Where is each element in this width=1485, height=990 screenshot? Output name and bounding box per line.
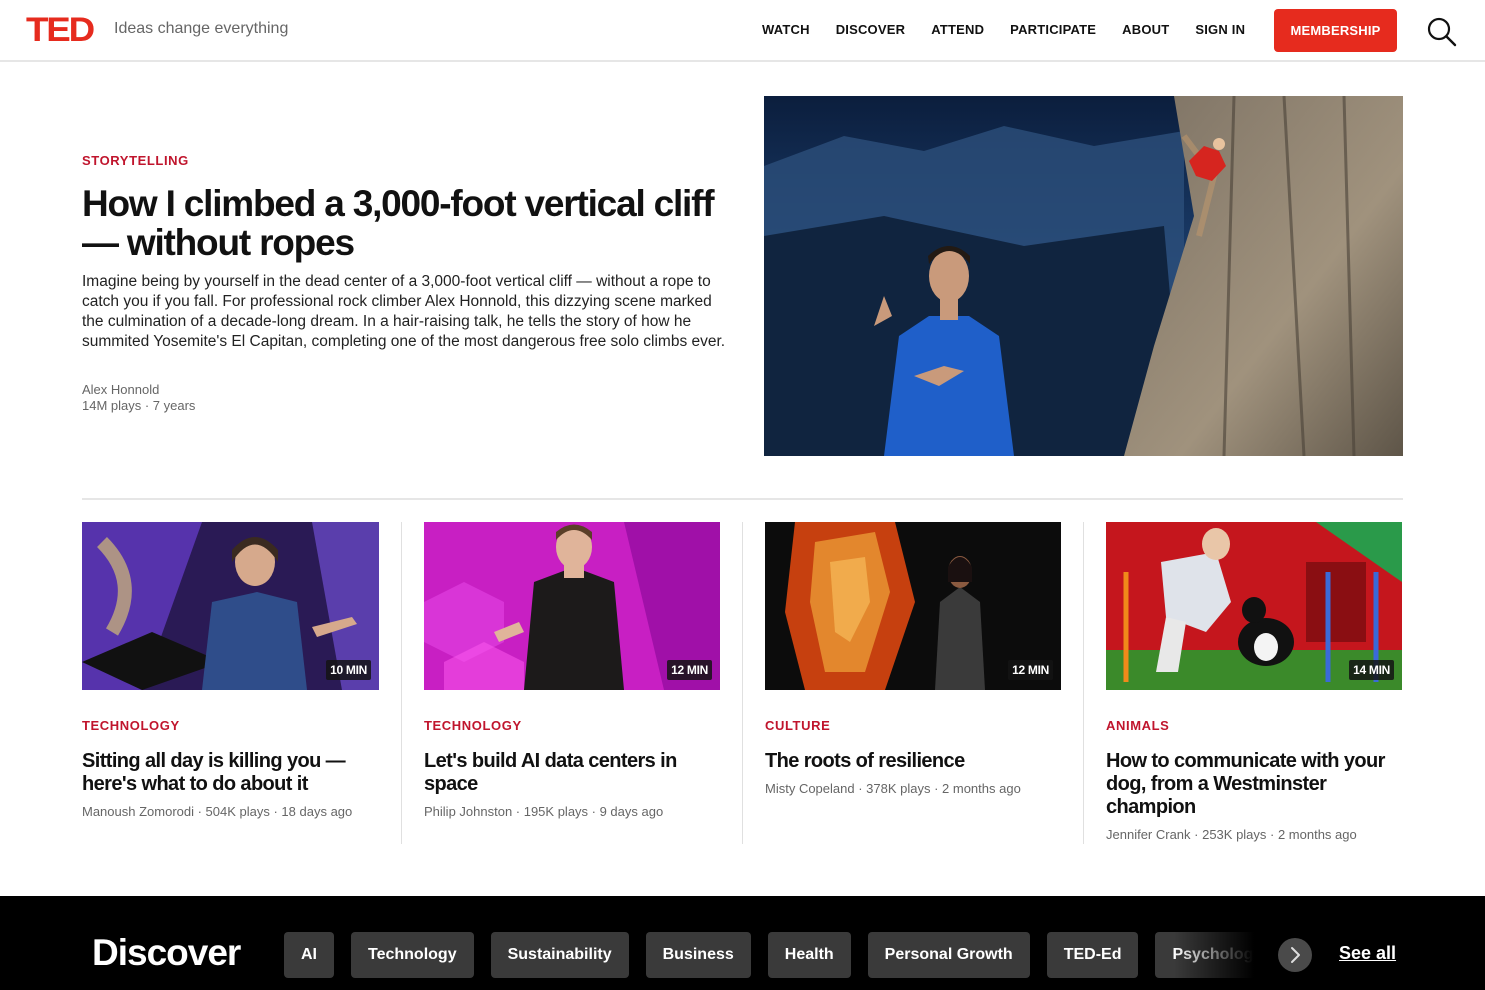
- talk-title[interactable]: Let's build AI data centers in space: [424, 750, 694, 796]
- talk-thumbnail[interactable]: 12 MIN: [424, 522, 720, 690]
- duration-badge: 12 MIN: [1008, 660, 1053, 680]
- talk-meta: Philip Johnston · 195K plays · 9 days ag…: [424, 804, 664, 819]
- talk-card[interactable]: 12 MIN TECHNOLOGY Let's build AI data ce…: [424, 522, 720, 819]
- search-icon: [1427, 17, 1457, 47]
- nav-discover[interactable]: DISCOVER: [836, 22, 906, 37]
- duration-badge: 10 MIN: [326, 660, 371, 680]
- talk-title[interactable]: How to communicate with your dog, from a…: [1106, 750, 1398, 819]
- hero-speaker: Alex Honnold: [82, 382, 160, 397]
- nav-participate[interactable]: PARTICIPATE: [1010, 22, 1096, 37]
- talk-thumbnail[interactable]: 12 MIN: [765, 522, 1061, 690]
- talk-topic-tag[interactable]: TECHNOLOGY: [82, 718, 379, 733]
- topic-chip-sustainability[interactable]: Sustainability: [490, 932, 629, 978]
- topic-chip-personal-growth[interactable]: Personal Growth: [867, 932, 1030, 978]
- nav-attend[interactable]: ATTEND: [931, 22, 984, 37]
- talk-thumbnail[interactable]: 10 MIN: [82, 522, 379, 690]
- talk-thumbnail[interactable]: 14 MIN: [1106, 522, 1402, 690]
- tagline: Ideas change everything: [114, 20, 289, 37]
- hero-stats: 14M plays · 7 years: [82, 398, 196, 413]
- topic-chips: AI Technology Sustainability Business He…: [284, 932, 1254, 978]
- membership-button[interactable]: MEMBERSHIP: [1274, 9, 1397, 52]
- discover-band: Discover AI Technology Sustainability Bu…: [0, 896, 1485, 990]
- card-separator: [401, 522, 402, 844]
- talk-card[interactable]: 10 MIN TECHNOLOGY Sitting all day is kil…: [82, 522, 379, 819]
- topic-chip-ai[interactable]: AI: [284, 932, 334, 978]
- duration-badge: 12 MIN: [667, 660, 712, 680]
- main-nav: WATCH DISCOVER ATTEND PARTICIPATE ABOUT …: [762, 22, 1271, 37]
- talk-meta: Jennifer Crank · 253K plays · 2 months a…: [1106, 827, 1357, 842]
- talk-topic-tag[interactable]: TECHNOLOGY: [424, 718, 720, 733]
- chips-next-button[interactable]: [1278, 938, 1312, 972]
- hero-thumbnail[interactable]: [764, 96, 1403, 456]
- section-divider: [82, 498, 1403, 500]
- talk-title[interactable]: The roots of resilience: [765, 750, 1045, 773]
- talk-meta: Misty Copeland · 378K plays · 2 months a…: [765, 781, 1021, 796]
- talk-card[interactable]: 12 MIN CULTURE The roots of resilience M…: [765, 522, 1061, 796]
- nav-about[interactable]: ABOUT: [1122, 22, 1169, 37]
- talk-topic-tag[interactable]: ANIMALS: [1106, 718, 1402, 733]
- topic-chip-health[interactable]: Health: [767, 932, 851, 978]
- nav-watch[interactable]: WATCH: [762, 22, 810, 37]
- talk-meta: Manoush Zomorodi · 504K plays · 18 days …: [82, 804, 353, 819]
- talk-title[interactable]: Sitting all day is killing you — here's …: [82, 750, 362, 796]
- hero-image: [764, 96, 1403, 456]
- topic-chip-technology[interactable]: Technology: [351, 932, 474, 978]
- ted-logo[interactable]: TED: [26, 13, 95, 47]
- hero-description: Imagine being by yourself in the dead ce…: [82, 273, 726, 350]
- search-button[interactable]: [1424, 14, 1458, 48]
- topic-chip-ted-ed[interactable]: TED-Ed: [1046, 932, 1139, 978]
- card-separator: [742, 522, 743, 844]
- talk-card[interactable]: 14 MIN ANIMALS How to communicate with y…: [1106, 522, 1402, 842]
- nav-sign-in[interactable]: SIGN IN: [1195, 22, 1245, 37]
- hero-title[interactable]: How I climbed a 3,000-foot vertical clif…: [82, 184, 732, 262]
- topic-chip-business[interactable]: Business: [645, 932, 751, 978]
- duration-badge: 14 MIN: [1349, 660, 1394, 680]
- topic-chip-psychology[interactable]: Psychology: [1155, 932, 1254, 978]
- discover-title: Discover: [92, 932, 241, 973]
- site-header: TED Ideas change everything WATCH DISCOV…: [0, 0, 1485, 62]
- see-all-link[interactable]: See all: [1339, 943, 1396, 964]
- hero-meta: Alex Honnold 14M plays · 7 years: [82, 382, 195, 414]
- chevron-right-icon: [1291, 947, 1300, 963]
- hero-topic-tag[interactable]: STORYTELLING: [82, 153, 189, 168]
- talk-topic-tag[interactable]: CULTURE: [765, 718, 1061, 733]
- card-separator: [1083, 522, 1084, 844]
